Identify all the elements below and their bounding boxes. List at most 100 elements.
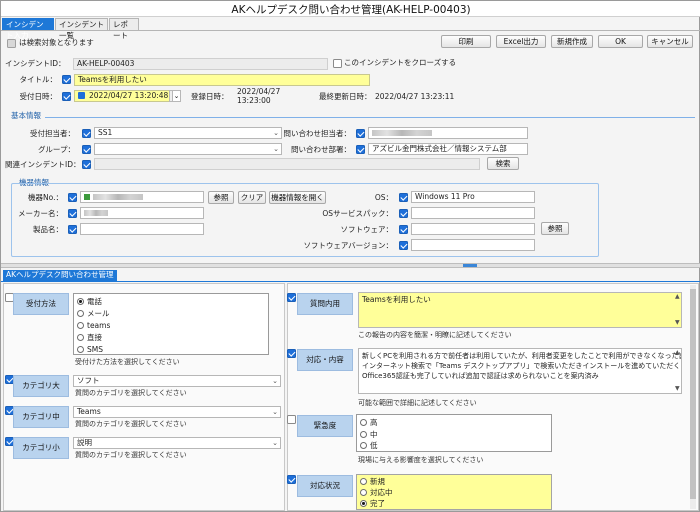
software-label: ソフトウェア： [340, 225, 394, 234]
ok-button[interactable]: OK [598, 35, 643, 48]
software-browse-button[interactable]: 参照 [541, 222, 569, 235]
chevron-down-icon: ⌄ [273, 129, 279, 137]
os-search-checkbox[interactable] [399, 193, 408, 202]
urgency-checkbox[interactable] [287, 415, 296, 424]
urgency-mid-label: 中 [370, 430, 378, 439]
pane-splitter[interactable] [1, 263, 700, 268]
product-label: 製品名： [33, 225, 63, 234]
status-radio-new[interactable] [360, 478, 367, 485]
status-radio-done[interactable] [360, 500, 367, 507]
question-textarea[interactable]: Teamsを利用したい [358, 292, 682, 328]
device-no-search-checkbox[interactable] [68, 193, 77, 202]
device-clear-button[interactable]: クリア [238, 191, 266, 204]
cat-m-label: カテゴリ中 [13, 406, 69, 428]
urgency-radio-mid[interactable] [360, 431, 367, 438]
response-line-2: インターネット検索で「Teams デスクトップアプリ」で検索いただきインストール… [362, 362, 681, 370]
method-hint: 受付けた方法を選択してください [75, 358, 180, 366]
title-label: タイトル： [19, 75, 58, 84]
response-textarea[interactable]: 新しくPCを利用される方で前任者は利用していたが、利用者変更をしたことで利用がで… [358, 348, 682, 394]
sp-search-checkbox[interactable] [399, 209, 408, 218]
group-search-checkbox[interactable] [82, 145, 91, 154]
status-done-label: 完了 [370, 499, 385, 508]
dept-search-checkbox[interactable] [356, 145, 365, 154]
title-input[interactable]: Teamsを利用したい [74, 74, 370, 86]
search-button[interactable]: 検索 [487, 157, 519, 170]
tab-report[interactable]: レポート [109, 18, 139, 40]
related-search-checkbox[interactable] [82, 160, 91, 169]
received-dropdown-icon[interactable]: ⌄ [172, 90, 181, 102]
group-label: グループ： [37, 145, 75, 154]
print-button[interactable]: 印刷 [441, 35, 491, 48]
method-radio-sms[interactable] [77, 346, 84, 353]
cancel-button[interactable]: キャンセル [647, 35, 693, 48]
cat-m-hint: 質問のカテゴリを選択してください [75, 420, 187, 428]
updated-value: 2022/04/27 13:23:11 [375, 92, 455, 101]
urgency-low-label: 低 [370, 441, 378, 450]
sp-field[interactable] [411, 207, 535, 219]
chevron-down-icon: ⌄ [273, 145, 279, 153]
status-radio-inprogress[interactable] [360, 489, 367, 496]
cat-s-label: カテゴリ小 [13, 437, 69, 459]
group-select[interactable]: ⌄ [94, 143, 282, 155]
splitter-grip-icon[interactable] [463, 264, 477, 267]
cat-s-select[interactable]: 説明 ⌄ [73, 437, 281, 449]
software-version-search-checkbox[interactable] [399, 241, 408, 250]
status-label: 対応状況 [297, 475, 353, 497]
title-search-checkbox[interactable] [62, 75, 71, 84]
response-checkbox[interactable] [287, 349, 296, 358]
os-label: OS： [374, 193, 393, 202]
received-datetime-input[interactable]: 2022/04/27 13:20:48 [74, 90, 170, 102]
response-scroll-down-icon[interactable]: ▼ [675, 385, 680, 392]
response-scroll-up-icon[interactable]: ▲ [675, 349, 680, 356]
received-search-checkbox[interactable] [62, 92, 71, 101]
question-scroll-down-icon[interactable]: ▼ [675, 319, 680, 326]
device-no-field[interactable] [80, 191, 204, 203]
dept-field[interactable]: アズビル金門株式会社／情報システム部 [368, 143, 528, 155]
inquirer-search-checkbox[interactable] [356, 129, 365, 138]
maker-search-checkbox[interactable] [68, 209, 77, 218]
product-search-checkbox[interactable] [68, 225, 77, 234]
right-pane-scrollbar[interactable] [690, 285, 696, 509]
status-checkbox[interactable] [287, 475, 296, 484]
question-scroll-up-icon[interactable]: ▲ [675, 293, 680, 300]
cat-m-select[interactable]: Teams ⌄ [73, 406, 281, 418]
status-inprogress-label: 対応中 [370, 488, 393, 497]
new-button[interactable]: 新規作成 [551, 35, 593, 48]
software-search-checkbox[interactable] [399, 225, 408, 234]
scrollbar-thumb[interactable] [690, 289, 696, 499]
urgency-radio-low[interactable] [360, 442, 367, 449]
assignee-value: SS1 [98, 128, 113, 137]
assignee-select[interactable]: SS1 ⌄ [94, 127, 282, 139]
close-incident-checkbox[interactable] [333, 59, 342, 68]
app-window: AKヘルプデスク問い合わせ管理(AK-HELP-00403) インシデント入力 … [0, 0, 700, 512]
urgency-label: 緊急度 [297, 415, 353, 437]
registered-time: 13:23:00 [237, 96, 271, 105]
maker-field[interactable] [80, 207, 204, 219]
method-radio-phone[interactable] [77, 298, 84, 305]
maker-label: メーカー名： [18, 209, 63, 218]
cat-l-hint: 質問のカテゴリを選択してください [75, 389, 187, 397]
cat-s-value: 説明 [77, 438, 92, 447]
software-field[interactable] [411, 223, 535, 235]
tab-underline [1, 30, 700, 31]
excel-export-button[interactable]: Excel出力 [496, 35, 546, 48]
related-incident-field[interactable] [94, 158, 480, 170]
cat-l-select[interactable]: ソフト ⌄ [73, 375, 281, 387]
inquirer-field[interactable] [368, 127, 528, 139]
software-version-field[interactable] [411, 239, 535, 251]
product-field[interactable] [80, 223, 204, 235]
assignee-search-checkbox[interactable] [82, 129, 91, 138]
method-radio-mail[interactable] [77, 310, 84, 317]
window-title: AKヘルプデスク問い合わせ管理(AK-HELP-00403) [231, 4, 471, 16]
os-field[interactable]: Windows 11 Pro [411, 191, 535, 203]
method-radio-direct[interactable] [77, 334, 84, 341]
tab-incident-input[interactable]: インシデント入力 [2, 18, 54, 40]
method-radio-teams[interactable] [77, 322, 84, 329]
tab-incident-list[interactable]: インシデント一覧 [55, 18, 108, 40]
panel-tab-helpdesk[interactable]: AKヘルプデスク問い合わせ管理 [3, 270, 117, 281]
redacted-name [372, 130, 432, 136]
device-browse-button[interactable]: 参照 [208, 191, 234, 204]
urgency-radio-high[interactable] [360, 419, 367, 426]
assignee-label: 受付担当者： [30, 129, 75, 138]
question-checkbox[interactable] [287, 293, 296, 302]
